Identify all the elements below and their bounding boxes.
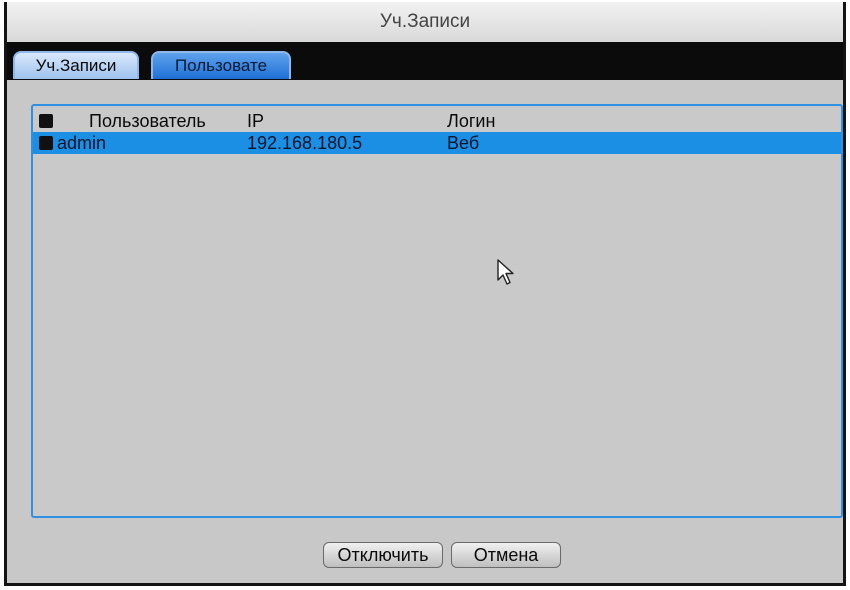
cell-user: admin bbox=[57, 133, 107, 153]
cell-login: Веб bbox=[447, 133, 480, 153]
window-title: Уч.Записи bbox=[7, 2, 843, 43]
cell-ip: 192.168.180.5 bbox=[247, 133, 363, 153]
accounts-window: Уч.Записи Уч.Записи Пользовате Пользоват… bbox=[4, 2, 846, 586]
column-header-login: Логин bbox=[447, 111, 496, 131]
row-checkbox[interactable] bbox=[39, 136, 53, 150]
tab-users[interactable]: Пользовате bbox=[151, 51, 291, 79]
select-all-checkbox[interactable] bbox=[39, 114, 53, 128]
table-header-row: Пользователь IP Логин bbox=[33, 110, 841, 132]
tab-strip: Уч.Записи Пользовате bbox=[7, 42, 843, 80]
table-row[interactable]: admin 192.168.180.5 Веб bbox=[33, 132, 841, 154]
mouse-pointer-icon bbox=[497, 259, 514, 285]
column-header-ip: IP bbox=[247, 111, 265, 131]
online-users-list[interactable]: Пользователь IP Логин admin 192.168.180.… bbox=[31, 104, 843, 518]
disconnect-button[interactable]: Отключить bbox=[323, 542, 443, 568]
tab-accounts[interactable]: Уч.Записи bbox=[13, 51, 139, 79]
column-header-user: Пользователь bbox=[89, 111, 206, 131]
cancel-button[interactable]: Отмена bbox=[451, 542, 561, 568]
